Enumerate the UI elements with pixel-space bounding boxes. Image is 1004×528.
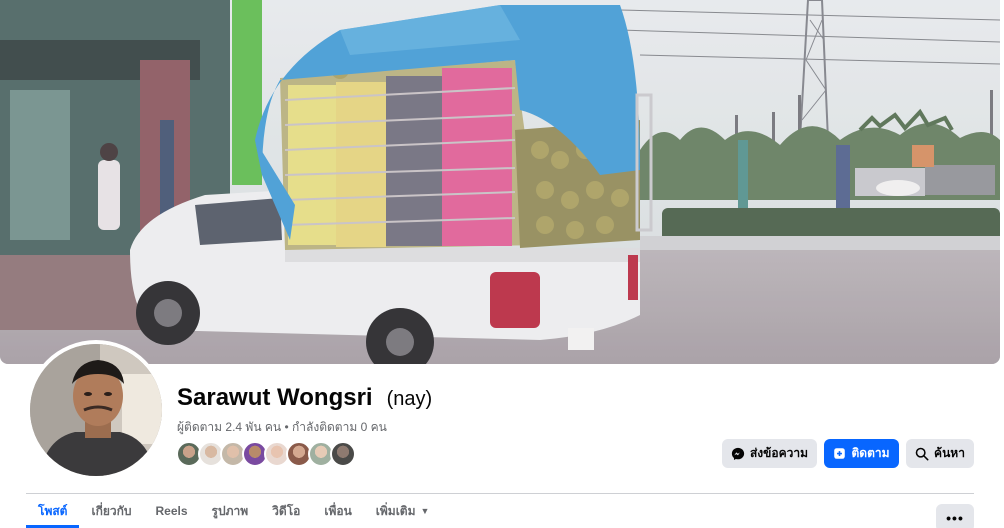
following-link[interactable]: กำลังติดตาม 0 คน [292, 420, 387, 434]
tab-photos-label: รูปภาพ [211, 503, 249, 518]
tab-videos[interactable]: วิดีโอ [260, 494, 312, 528]
more-options-button[interactable]: ••• [936, 504, 974, 528]
tab-more-label: เพิ่มเติม [375, 503, 416, 518]
message-button[interactable]: ส่งข้อความ [722, 439, 817, 468]
tab-posts-label: โพสต์ [38, 503, 68, 518]
search-icon [915, 447, 929, 460]
follow-button[interactable]: ติดตาม [824, 439, 899, 468]
profile-page: Sarawut Wongsri (nay) ผู้ติดตาม 2.4 พัน … [0, 0, 1004, 528]
follow-button-label: ติดตาม [851, 446, 890, 460]
profile-tabs: โพสต์ เกี่ยวกับ Reels รูปภาพ วิดีโอ เพื่… [26, 494, 441, 528]
tab-posts[interactable]: โพสต์ [26, 494, 80, 528]
search-button-label: ค้นหา [934, 446, 965, 460]
tab-reels[interactable]: Reels [144, 494, 200, 528]
message-button-label: ส่งข้อความ [749, 446, 808, 460]
tab-reels-label: Reels [155, 504, 188, 518]
profile-name-row: Sarawut Wongsri (nay) [177, 384, 432, 412]
profile-stats: ผู้ติดตาม 2.4 พัน คน • กำลังติดตาม 0 คน [177, 418, 387, 437]
stats-separator: • [284, 420, 289, 434]
profile-avatar[interactable] [26, 340, 166, 480]
follower-avatar[interactable] [330, 441, 356, 467]
follow-icon [834, 448, 846, 459]
tab-friends-label: เพื่อน [324, 503, 352, 518]
profile-name: Sarawut Wongsri [177, 384, 373, 411]
messenger-icon [731, 447, 745, 460]
follower-avatars [176, 441, 356, 467]
tab-more[interactable]: เพิ่มเติม ▼ [364, 494, 442, 528]
tab-friends[interactable]: เพื่อน [312, 494, 363, 528]
tab-videos-label: วิดีโอ [272, 503, 301, 518]
followers-link[interactable]: ผู้ติดตาม 2.4 พัน คน [177, 420, 281, 434]
tab-about[interactable]: เกี่ยวกับ [79, 494, 143, 528]
tab-photos[interactable]: รูปภาพ [200, 494, 261, 528]
tab-about-label: เกี่ยวกับ [91, 503, 132, 518]
caret-down-icon: ▼ [420, 506, 430, 516]
cover-photo[interactable] [0, 0, 1000, 364]
search-button[interactable]: ค้นหา [906, 439, 974, 468]
profile-avatar-photo [30, 344, 162, 476]
profile-alternate-name: (nay) [386, 388, 433, 410]
cover-photo-image [0, 0, 1000, 364]
